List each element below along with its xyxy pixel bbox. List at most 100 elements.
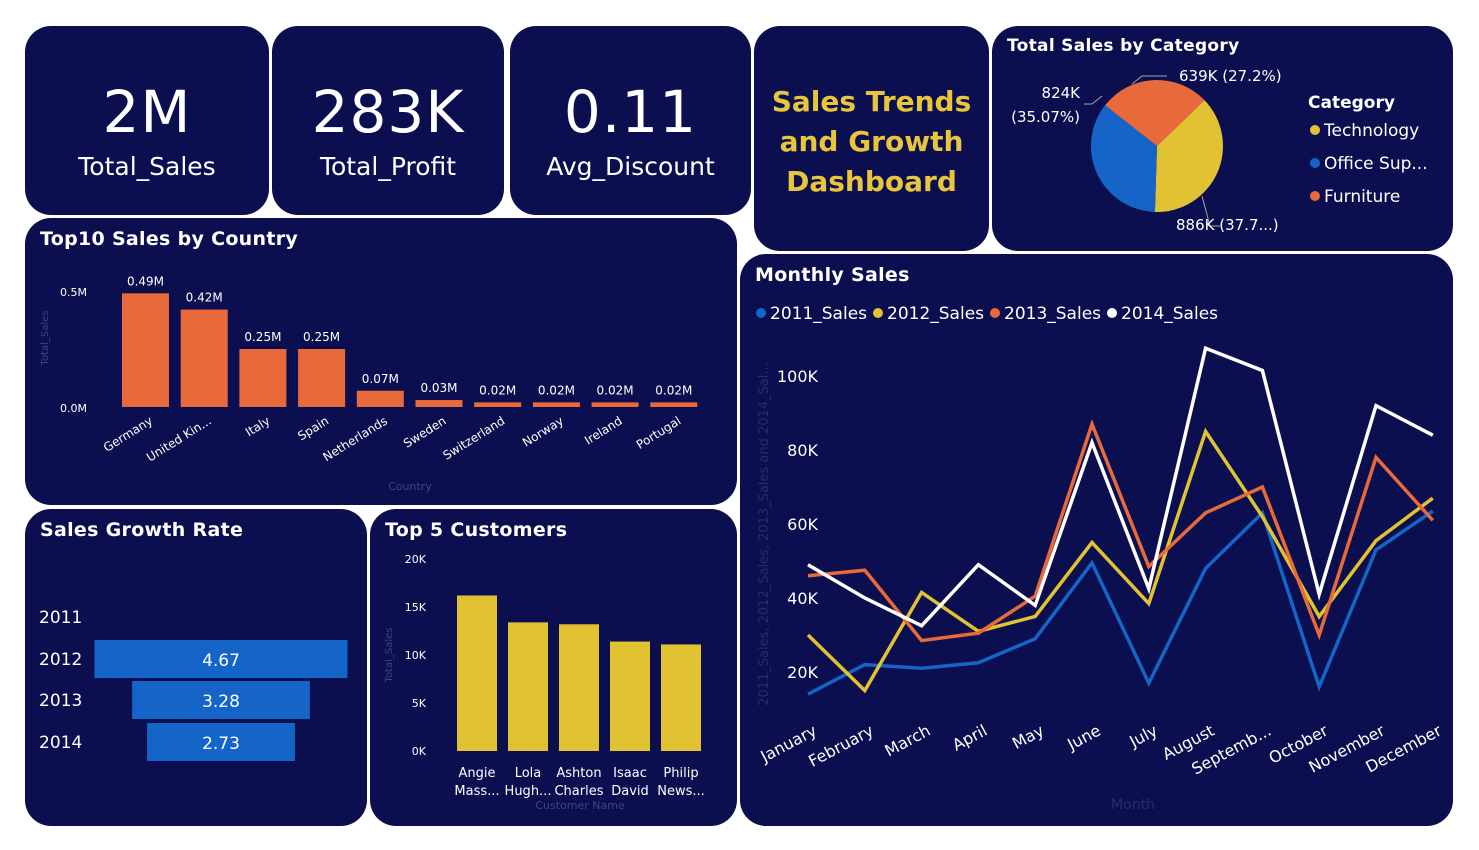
y-tick-label: 5K bbox=[412, 697, 427, 710]
dashboard-title-card: Sales Trends and Growth Dashboard bbox=[754, 26, 989, 251]
x-tick-label: News... bbox=[657, 784, 705, 799]
data-label: 0.07M bbox=[362, 372, 399, 386]
legend-label: Office Sup... bbox=[1324, 154, 1428, 174]
bar bbox=[356, 390, 404, 407]
category-pie-card[interactable]: Total Sales by Category 639K (27.2%) 886K… bbox=[992, 26, 1453, 251]
bar bbox=[610, 641, 650, 751]
bar bbox=[122, 293, 169, 407]
y-tick-label: 20K bbox=[787, 663, 818, 682]
y-tick-label: 0.5M bbox=[60, 286, 87, 299]
title-line: Sales Trends bbox=[771, 85, 972, 118]
data-label: 639K (27.2%) bbox=[1179, 67, 1282, 85]
bar bbox=[298, 349, 346, 407]
x-tick-label: Lola bbox=[515, 766, 542, 781]
y-tick-label: 0K bbox=[412, 745, 427, 758]
bar bbox=[239, 349, 287, 407]
legend-label: Technology bbox=[1323, 121, 1419, 141]
x-tick-label: Spain bbox=[295, 414, 331, 444]
legend-label: 2014_Sales bbox=[1121, 304, 1218, 324]
kpi-card-total-sales[interactable]: 2M Total_Sales bbox=[25, 26, 269, 215]
customers-bar-chart[interactable]: 0K 5K 10K 15K 20K Total_Sales Customer Name Ang… bbox=[370, 509, 737, 826]
category-label: 2011 bbox=[39, 608, 82, 628]
y-tick-label: 0.0M bbox=[60, 402, 87, 415]
x-tick-label: Mass... bbox=[454, 784, 499, 799]
x-tick-label: March bbox=[881, 721, 933, 761]
x-tick-label: David bbox=[611, 784, 649, 799]
bar bbox=[591, 402, 639, 407]
x-tick-label: Switzerland bbox=[441, 414, 508, 463]
data-label: 0.02M bbox=[479, 383, 516, 397]
kpi-card-total-profit[interactable]: 283K Total_Profit bbox=[272, 26, 504, 215]
data-label: 0.02M bbox=[538, 383, 575, 397]
legend-marker bbox=[1107, 308, 1117, 318]
data-label: 0.02M bbox=[655, 383, 692, 397]
title-line: and Growth bbox=[779, 125, 964, 158]
monthly-line-card[interactable]: Monthly Sales 2011_Sales 2012_Sales 2013_S… bbox=[740, 254, 1453, 826]
x-tick-label: February bbox=[805, 721, 877, 771]
category-pie-chart[interactable]: 639K (27.2%) 886K (37.7...) 824K (35.07%) Ca… bbox=[992, 26, 1453, 251]
y-tick-label: 15K bbox=[405, 601, 427, 614]
kpi-label: Avg_Discount bbox=[546, 152, 715, 181]
x-tick-label: Hugh... bbox=[505, 784, 552, 799]
x-axis-title: Customer Name bbox=[535, 799, 625, 812]
legend-label: 2012_Sales bbox=[887, 304, 984, 324]
x-tick-label: Ashton bbox=[556, 766, 601, 781]
customers-card[interactable]: Top 5 Customers 0K 5K 10K 15K 20K Total_Sales… bbox=[370, 509, 737, 826]
x-tick-label: United Kin... bbox=[144, 414, 214, 465]
x-tick-label: April bbox=[949, 721, 990, 755]
category-label: 2012 bbox=[39, 650, 82, 670]
x-axis-title: Country bbox=[388, 480, 432, 493]
bar bbox=[474, 402, 522, 407]
legend-title: Category bbox=[1308, 93, 1395, 113]
data-label: 824K bbox=[1042, 84, 1082, 102]
data-label: 3.28 bbox=[202, 692, 240, 712]
x-tick-label: Sweden bbox=[401, 414, 449, 451]
title-line: Dashboard bbox=[786, 165, 957, 198]
x-tick-label: Norway bbox=[520, 414, 566, 450]
legend-marker bbox=[990, 308, 1000, 318]
y-tick-label: 100K bbox=[777, 367, 819, 386]
data-label: 4.67 bbox=[202, 651, 240, 671]
y-axis-title: Total_Sales bbox=[40, 311, 51, 367]
x-tick-label: Charles bbox=[554, 784, 603, 799]
dashboard-title: Sales Trends and Growth Dashboard bbox=[754, 82, 989, 202]
series-line bbox=[807, 345, 1434, 628]
kpi-label: Total_Sales bbox=[78, 152, 216, 181]
x-axis-title: Month bbox=[1111, 797, 1155, 813]
x-tick-label: July bbox=[1125, 721, 1160, 752]
data-label: 0.25M bbox=[244, 330, 281, 344]
category-label: 2013 bbox=[39, 691, 82, 711]
series-line bbox=[807, 509, 1434, 696]
bar bbox=[180, 309, 228, 407]
kpi-value: 2M bbox=[102, 78, 192, 146]
country-bar-chart[interactable]: 0.0M 0.5M Total_Sales Country 0.49M Germany 0.… bbox=[25, 218, 737, 505]
data-label: 0.25M bbox=[303, 330, 340, 344]
bar bbox=[559, 624, 599, 751]
y-tick-label: 10K bbox=[405, 649, 427, 662]
bar bbox=[415, 400, 463, 407]
x-tick-label: Isaac bbox=[613, 766, 647, 781]
country-bar-card[interactable]: Top10 Sales by Country 0.0M 0.5M Total_Sal… bbox=[25, 218, 737, 505]
data-label: 0.42M bbox=[186, 291, 223, 305]
data-label: 2.73 bbox=[202, 734, 240, 754]
legend-marker bbox=[1310, 125, 1320, 135]
data-label: 0.49M bbox=[127, 274, 164, 288]
legend-label: Furniture bbox=[1324, 187, 1400, 207]
growth-funnel-chart[interactable]: 2011 2012 4.67 2013 3.28 2014 2.73 bbox=[25, 509, 367, 826]
y-axis-title: 2011_Sales, 2012_Sales, 2013_Sales and 2… bbox=[757, 362, 772, 706]
legend-label: 2013_Sales bbox=[1004, 304, 1101, 324]
data-label: 886K (37.7...) bbox=[1176, 216, 1279, 234]
legend-marker bbox=[756, 308, 766, 318]
monthly-line-chart[interactable]: 2011_Sales 2012_Sales 2013_Sales 2014_Sales… bbox=[740, 254, 1453, 826]
kpi-card-avg-discount[interactable]: 0.11 Avg_Discount bbox=[510, 26, 751, 215]
y-tick-label: 40K bbox=[787, 589, 818, 608]
legend-marker bbox=[1310, 158, 1320, 168]
x-tick-label: Ireland bbox=[582, 414, 625, 448]
series-line bbox=[806, 427, 1434, 694]
y-tick-label: 20K bbox=[405, 553, 427, 566]
kpi-value: 283K bbox=[311, 78, 465, 146]
growth-card[interactable]: Sales Growth Rate 2011 2012 4.67 2013 3.28 20… bbox=[25, 509, 367, 826]
kpi-value: 0.11 bbox=[563, 78, 698, 146]
legend-marker bbox=[873, 308, 883, 318]
x-tick-label: Italy bbox=[243, 414, 273, 440]
